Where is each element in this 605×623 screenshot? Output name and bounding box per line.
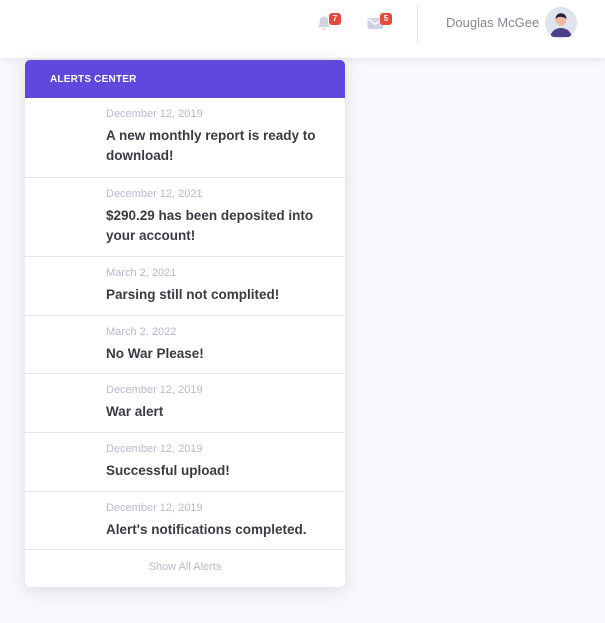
avatar[interactable] [545,7,577,39]
alert-date: December 12, 2021 [106,188,203,200]
alerts-dropdown: Alerts Center December 12, 2019 A new mo… [25,60,345,587]
alerts-count-badge: 7 [329,13,341,25]
alert-item[interactable]: March 2, 2022 No War Please! [25,316,345,374]
topbar: 7 5 Douglas McGee [0,0,605,58]
alert-date: March 2, 2022 [106,326,177,338]
user-avatar-icon [545,7,577,39]
alert-date: December 12, 2019 [106,108,203,120]
alerts-nav-button[interactable]: 7 [314,13,344,35]
topbar-divider [417,4,418,42]
alert-date: March 2, 2021 [106,267,177,279]
alert-text: Parsing still not complited! [106,287,280,302]
alert-text: $290.29 has been deposited into your acc… [106,208,314,243]
alert-date: December 12, 2019 [106,502,203,514]
alert-text: Alert's notifications completed. [106,522,307,537]
alert-text: No War Please! [106,346,204,361]
alert-date: December 12, 2019 [106,443,203,455]
alert-text: Successful upload! [106,463,230,478]
alerts-center-header: Alerts Center [25,60,345,98]
user-name[interactable]: Douglas McGee [446,15,539,30]
alert-item[interactable]: December 12, 2019 War alert [25,374,345,433]
alert-text: A new monthly report is ready to downloa… [106,128,316,163]
messages-count-badge: 5 [380,13,392,25]
alert-item[interactable]: March 2, 2021 Parsing still not complite… [25,257,345,316]
alert-item[interactable]: December 12, 2021 $290.29 has been depos… [25,178,345,257]
alert-date: December 12, 2019 [106,384,203,396]
alert-text: War alert [106,404,164,419]
messages-nav-button[interactable]: 5 [365,13,395,35]
alert-item[interactable]: December 12, 2019 Successful upload! [25,433,345,492]
alert-item[interactable]: December 12, 2019 Alert's notifications … [25,492,345,550]
alert-item[interactable]: December 12, 2019 A new monthly report i… [25,98,345,178]
show-all-alerts-link[interactable]: Show All Alerts [25,550,345,587]
